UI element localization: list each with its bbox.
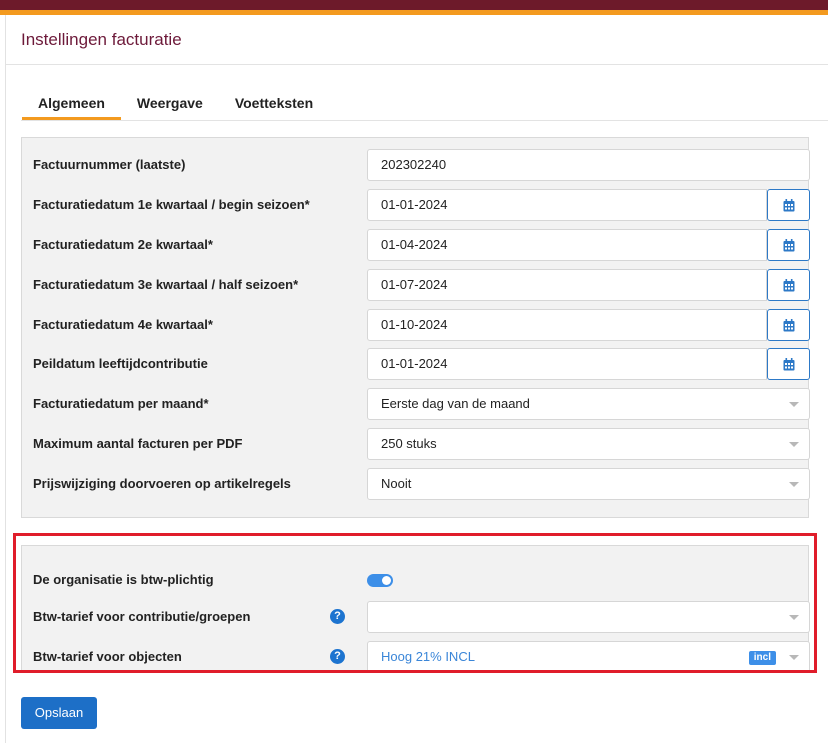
general-settings-box: Factuurnummer (laatste) 202302240 Factur… bbox=[21, 137, 810, 518]
invoice-number-input[interactable]: 202302240 bbox=[367, 149, 810, 181]
tab-divider bbox=[21, 120, 828, 121]
settings-panel: Instellingen facturatie Algemeen Weergav… bbox=[5, 15, 828, 743]
price-change-row: Prijswijziging doorvoeren op artikelrege… bbox=[22, 468, 810, 500]
tab-voetteksten[interactable]: Voetteksten bbox=[219, 93, 329, 120]
date-q2-label: Facturatiedatum 2e kwartaal* bbox=[33, 237, 213, 252]
date-q3-label: Facturatiedatum 3e kwartaal / half seizo… bbox=[33, 277, 299, 292]
brand-bar-dark bbox=[0, 0, 828, 10]
invoice-number-row: Factuurnummer (laatste) 202302240 bbox=[22, 149, 810, 181]
date-q4-row: Facturatiedatum 4e kwartaal* 01-10-2024 bbox=[22, 309, 810, 341]
date-q2-calendar-button[interactable] bbox=[767, 229, 810, 261]
vat-objects-row: Btw-tarief voor objecten ? Hoog 21% INCL… bbox=[22, 641, 810, 673]
price-change-select[interactable]: Nooit bbox=[367, 468, 810, 500]
vat-settings-box: De organisatie is btw-plichtig Btw-tarie… bbox=[21, 545, 810, 673]
calendar-icon bbox=[783, 318, 794, 331]
age-reference-label: Peildatum leeftijdcontributie bbox=[33, 356, 208, 371]
date-q1-label: Facturatiedatum 1e kwartaal / begin seiz… bbox=[33, 197, 310, 212]
date-q2-row: Facturatiedatum 2e kwartaal* 01-04-2024 bbox=[22, 229, 810, 261]
max-per-pdf-value: 250 stuks bbox=[381, 436, 437, 451]
date-q4-label: Facturatiedatum 4e kwartaal* bbox=[33, 317, 213, 332]
date-q3-input[interactable]: 01-07-2024 bbox=[367, 269, 767, 301]
monthly-date-label: Facturatiedatum per maand* bbox=[33, 396, 209, 411]
price-change-label: Prijswijziging doorvoeren op artikelrege… bbox=[33, 476, 291, 491]
vat-liable-row: De organisatie is btw-plichtig bbox=[22, 564, 808, 596]
calendar-icon bbox=[783, 278, 794, 291]
monthly-date-row: Facturatiedatum per maand* Eerste dag va… bbox=[22, 388, 810, 420]
vat-liable-label: De organisatie is btw-plichtig bbox=[33, 572, 214, 587]
save-button[interactable]: Opslaan bbox=[21, 697, 97, 729]
help-icon[interactable]: ? bbox=[330, 609, 345, 624]
date-q1-row: Facturatiedatum 1e kwartaal / begin seiz… bbox=[22, 189, 810, 221]
max-per-pdf-label: Maximum aantal facturen per PDF bbox=[33, 436, 243, 451]
vat-contribution-select[interactable] bbox=[367, 601, 810, 633]
chevron-down-icon bbox=[789, 655, 799, 660]
brand-bar bbox=[0, 0, 828, 15]
max-per-pdf-row: Maximum aantal facturen per PDF 250 stuk… bbox=[22, 428, 810, 460]
vat-contribution-row: Btw-tarief voor contributie/groepen ? bbox=[22, 601, 810, 633]
chevron-down-icon bbox=[789, 402, 799, 407]
chevron-down-icon bbox=[789, 615, 799, 620]
date-q4-input[interactable]: 01-10-2024 bbox=[367, 309, 767, 341]
vat-contribution-label: Btw-tarief voor contributie/groepen bbox=[33, 609, 251, 624]
monthly-date-select[interactable]: Eerste dag van de maand bbox=[367, 388, 810, 420]
calendar-icon bbox=[783, 238, 794, 251]
tab-algemeen[interactable]: Algemeen bbox=[22, 93, 121, 120]
chevron-down-icon bbox=[789, 442, 799, 447]
vat-objects-value: Hoog 21% INCL bbox=[381, 649, 475, 664]
date-q3-calendar-button[interactable] bbox=[767, 269, 810, 301]
tab-bar: Algemeen Weergave Voetteksten bbox=[22, 93, 329, 121]
date-q4-calendar-button[interactable] bbox=[767, 309, 810, 341]
age-reference-calendar-button[interactable] bbox=[767, 348, 810, 380]
calendar-icon bbox=[783, 198, 794, 211]
page-title: Instellingen facturatie bbox=[21, 30, 182, 49]
tab-weergave[interactable]: Weergave bbox=[121, 93, 219, 120]
chevron-down-icon bbox=[789, 482, 799, 487]
date-q3-row: Facturatiedatum 3e kwartaal / half seizo… bbox=[22, 269, 810, 301]
age-reference-row: Peildatum leeftijdcontributie 01-01-2024 bbox=[22, 348, 810, 380]
vat-liable-toggle[interactable] bbox=[367, 574, 393, 587]
date-q2-input[interactable]: 01-04-2024 bbox=[367, 229, 767, 261]
price-change-value: Nooit bbox=[381, 476, 412, 491]
incl-badge: incl bbox=[748, 651, 776, 665]
title-divider bbox=[6, 64, 828, 65]
vat-objects-select[interactable]: Hoog 21% INCL incl bbox=[367, 641, 810, 673]
invoice-number-label: Factuurnummer (laatste) bbox=[33, 157, 186, 172]
calendar-icon bbox=[783, 357, 794, 370]
help-icon[interactable]: ? bbox=[330, 649, 345, 664]
date-q1-input[interactable]: 01-01-2024 bbox=[367, 189, 767, 221]
date-q1-calendar-button[interactable] bbox=[767, 189, 810, 221]
age-reference-input[interactable]: 01-01-2024 bbox=[367, 348, 767, 380]
toggle-knob bbox=[382, 576, 391, 585]
max-per-pdf-select[interactable]: 250 stuks bbox=[367, 428, 810, 460]
monthly-date-value: Eerste dag van de maand bbox=[381, 396, 530, 411]
vat-objects-label: Btw-tarief voor objecten bbox=[33, 649, 182, 664]
